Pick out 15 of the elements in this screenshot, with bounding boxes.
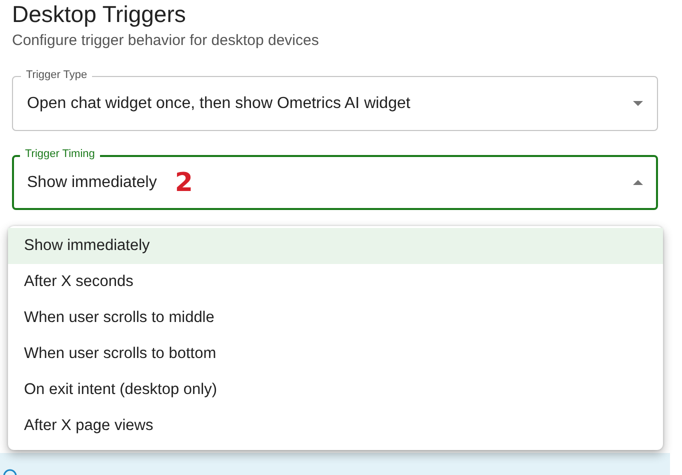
menu-option[interactable]: After X seconds [8, 264, 663, 300]
menu-option[interactable]: After X page views [8, 408, 663, 444]
section-title: Desktop Triggers [12, 0, 187, 28]
menu-option[interactable]: When user scrolls to bottom [8, 336, 663, 372]
field-label: Trigger Type [21, 68, 92, 82]
field-value: Open chat widget once, then show Ometrics AI widget [27, 94, 410, 112]
menu-option[interactable]: When user scrolls to middle [8, 300, 663, 336]
section-subtitle: Configure trigger behavior for desktop devices [12, 31, 320, 51]
menu-option[interactable]: Show immediately [8, 228, 663, 264]
field-value: Show immediately [27, 174, 157, 192]
field-label: Trigger Timing [20, 147, 100, 161]
menu-option[interactable]: On exit intent (desktop only) [8, 372, 663, 408]
dropdown-arrow-icon[interactable] [633, 180, 643, 185]
annotation-number: 2 [174, 168, 193, 198]
dropdown-arrow-icon[interactable] [633, 101, 643, 106]
